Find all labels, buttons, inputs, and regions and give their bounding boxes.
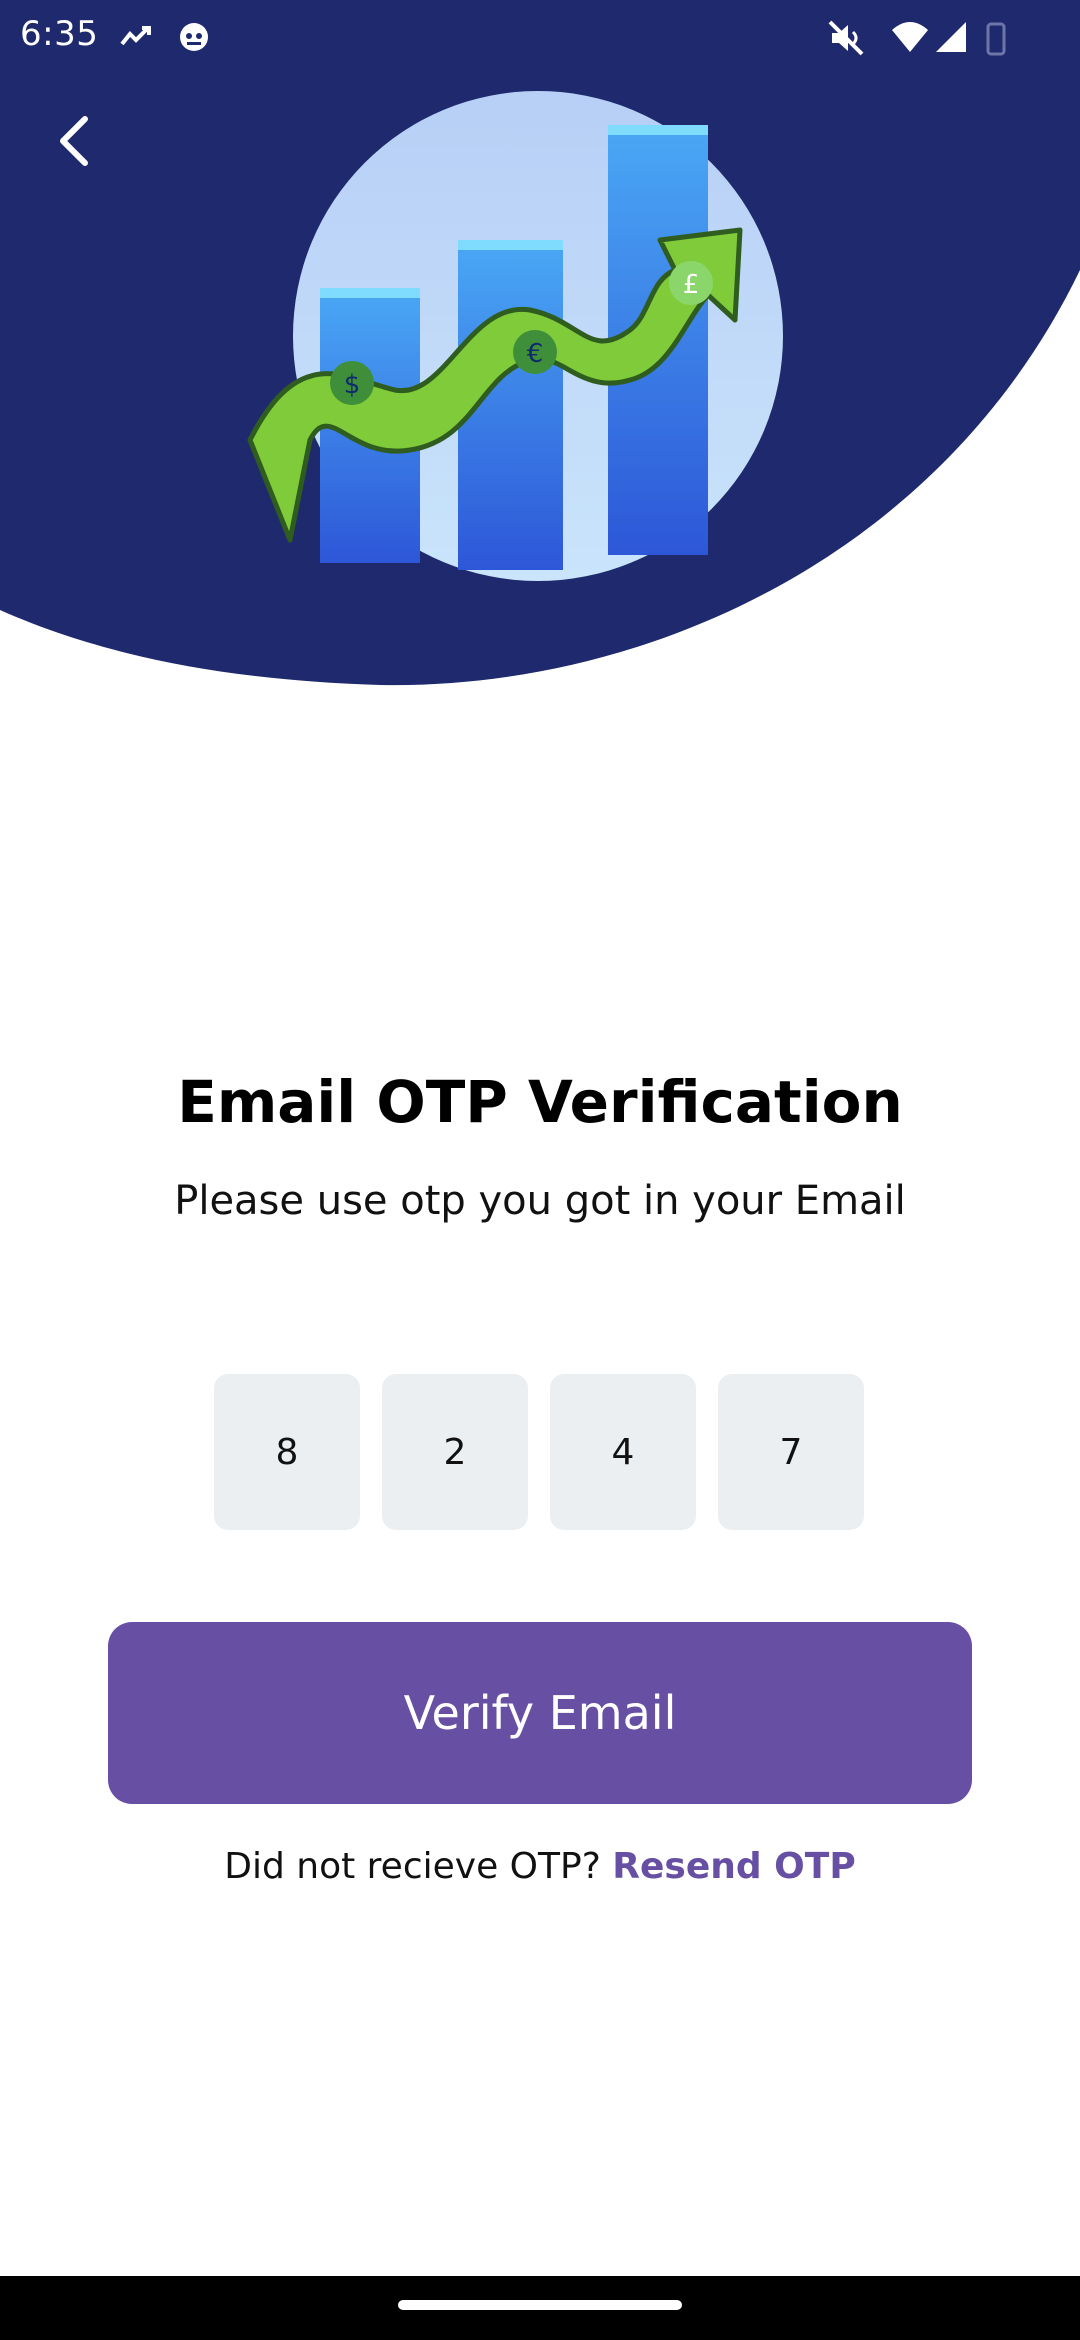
otp-digit-3[interactable]: 4 bbox=[550, 1374, 696, 1530]
status-bar: 6:35 bbox=[0, 0, 1080, 76]
otp-digit-1[interactable]: 8 bbox=[214, 1374, 360, 1530]
page-title: Email OTP Verification bbox=[177, 1068, 903, 1136]
wifi-icon bbox=[890, 18, 930, 62]
battery-icon bbox=[984, 18, 1008, 62]
trend-icon bbox=[118, 18, 154, 58]
mute-icon bbox=[826, 18, 866, 62]
svg-text:$: $ bbox=[344, 370, 361, 400]
status-time: 6:35 bbox=[20, 14, 99, 54]
otp-digit-4[interactable]: 7 bbox=[718, 1374, 864, 1530]
verify-email-button[interactable]: Verify Email bbox=[108, 1622, 972, 1804]
home-indicator[interactable] bbox=[398, 2300, 682, 2310]
svg-text:€: € bbox=[527, 339, 544, 369]
resend-otp-link[interactable]: Resend OTP bbox=[612, 1846, 855, 1887]
resend-prompt: Did not recieve OTP? bbox=[224, 1846, 613, 1887]
svg-text:£: £ bbox=[683, 270, 700, 300]
otp-input-group: 8 2 4 7 bbox=[214, 1374, 864, 1530]
navigation-bar bbox=[0, 2276, 1080, 2340]
chevron-left-icon bbox=[51, 113, 95, 173]
resend-row: Did not recieve OTP? Resend OTP bbox=[0, 1846, 1080, 1887]
signal-icon bbox=[932, 18, 970, 62]
bot-icon bbox=[176, 18, 212, 58]
growth-chart-money-illustration: $ € £ bbox=[247, 91, 783, 581]
otp-digit-2[interactable]: 2 bbox=[382, 1374, 528, 1530]
back-button[interactable] bbox=[40, 104, 106, 182]
page-subtitle: Please use otp you got in your Email bbox=[174, 1178, 906, 1224]
